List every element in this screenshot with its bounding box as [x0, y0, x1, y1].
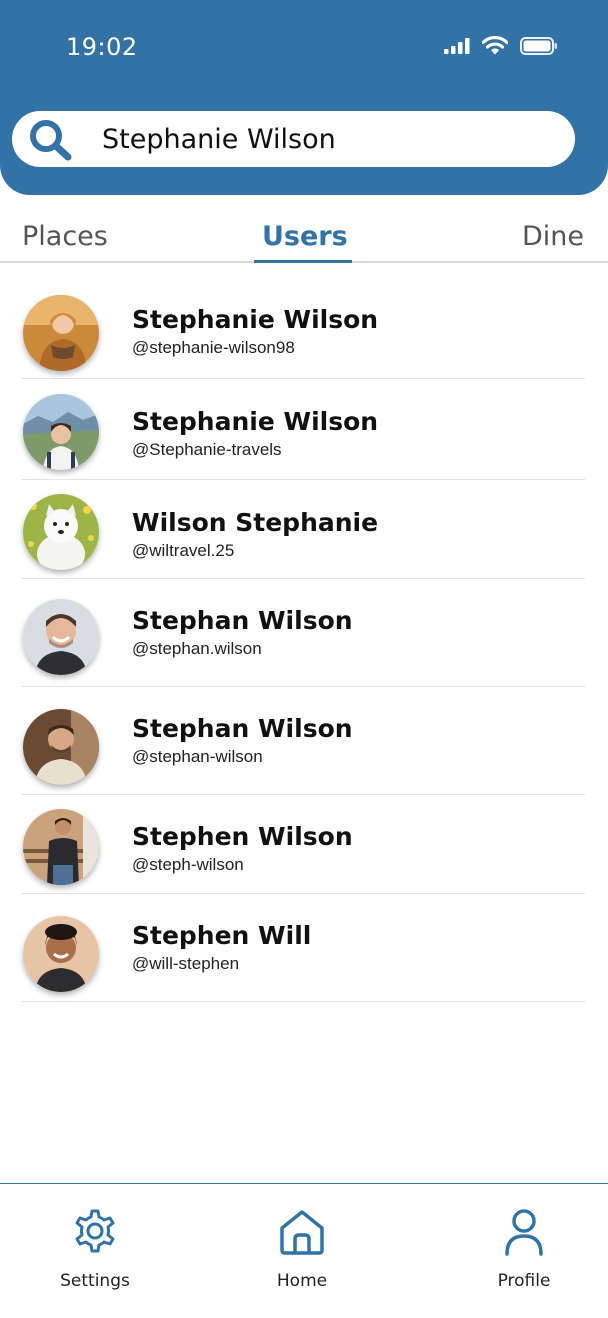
avatar: [23, 394, 99, 470]
tab-dine[interactable]: Dine: [522, 221, 584, 252]
user-name: Stephanie Wilson: [132, 305, 379, 334]
avatar: [23, 295, 99, 371]
nav-home[interactable]: Home: [232, 1184, 372, 1309]
user-name: Stephan Wilson: [132, 606, 353, 635]
bottom-nav: Settings Home Profile: [0, 1183, 608, 1318]
search-icon[interactable]: [29, 119, 73, 166]
tab-places[interactable]: Places: [22, 221, 108, 252]
battery-icon: [520, 36, 558, 55]
list-item[interactable]: Stephan Wilson @stephan-wilson: [22, 687, 585, 795]
list-item[interactable]: Stephen Will @will-stephen: [22, 894, 585, 1002]
user-handle: @stephanie-wilson98: [132, 338, 295, 357]
user-handle: @steph-wilson: [132, 855, 244, 874]
user-handle: @stephan-wilson: [132, 747, 263, 766]
nav-label: Profile: [497, 1271, 551, 1291]
avatar: [23, 916, 99, 992]
user-handle: @wiltravel.25: [132, 541, 235, 560]
cellular-signal-icon: [444, 37, 470, 54]
status-time: 19:02: [66, 33, 138, 61]
user-name: Stephen Will: [132, 921, 312, 950]
search-bar[interactable]: [12, 111, 575, 167]
user-handle: @will-stephen: [132, 954, 240, 973]
user-handle: @Stephanie-travels: [132, 440, 282, 459]
avatar: [23, 494, 99, 570]
list-item[interactable]: Stephen Wilson @steph-wilson: [22, 795, 585, 894]
header: 19:02: [0, 0, 608, 195]
user-handle: @stephan.wilson: [132, 639, 262, 658]
wifi-icon: [482, 36, 508, 55]
status-icons: [444, 36, 558, 55]
list-item[interactable]: Stephanie Wilson @stephanie-wilson98: [22, 275, 585, 379]
active-tab-indicator: [254, 260, 352, 263]
nav-profile[interactable]: Profile: [454, 1184, 594, 1309]
avatar: [23, 599, 99, 675]
nav-label: Settings: [60, 1271, 130, 1291]
list-item[interactable]: Stephanie Wilson @Stephanie-travels: [22, 379, 585, 480]
list-item[interactable]: Stephan Wilson @stephan.wilson: [22, 579, 585, 687]
nav-settings[interactable]: Settings: [25, 1184, 165, 1309]
user-name: Stephan Wilson: [132, 714, 353, 743]
user-name: Stephanie Wilson: [132, 407, 379, 436]
avatar: [23, 809, 99, 885]
avatar: [23, 709, 99, 785]
user-name: Stephen Wilson: [132, 822, 353, 851]
list-item[interactable]: Wilson Stephanie @wiltravel.25: [22, 480, 585, 579]
user-name: Wilson Stephanie: [132, 508, 379, 537]
tab-users[interactable]: Users: [262, 221, 348, 252]
nav-label: Home: [276, 1271, 328, 1291]
tab-bar: Places Users Dine: [0, 215, 608, 265]
search-input[interactable]: [102, 111, 562, 167]
